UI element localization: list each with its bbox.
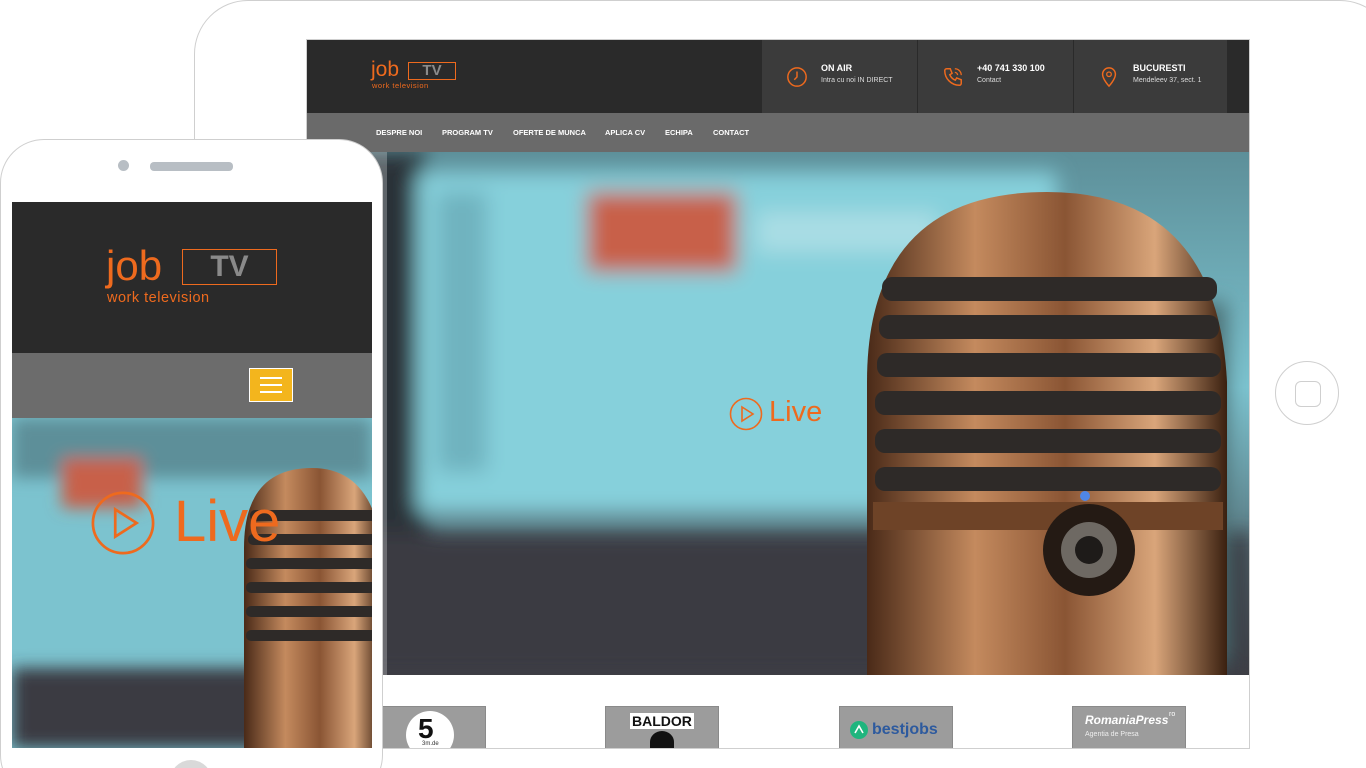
menu-bar bbox=[260, 391, 282, 393]
clock-icon bbox=[787, 67, 807, 87]
device-mockup-stage: job TV work television ON AIR Intra cu n… bbox=[0, 0, 1366, 768]
logo-tagline: work television bbox=[107, 290, 210, 306]
mobile-header: job TV work television bbox=[12, 202, 372, 353]
info-subtitle: Intra cu noi IN DIRECT bbox=[821, 77, 893, 84]
partner-logo-baldor[interactable]: BALDOR bbox=[605, 706, 719, 748]
logo-tv-box: TV bbox=[408, 62, 456, 80]
info-title: +40 741 330 100 bbox=[977, 63, 1045, 73]
phone-icon bbox=[944, 68, 962, 86]
logo-job-text: job bbox=[371, 58, 400, 81]
microphone-background-image bbox=[12, 418, 372, 748]
mobile-nav bbox=[12, 353, 372, 418]
nav-aplica-cv[interactable]: APLICA CV bbox=[605, 128, 645, 137]
nav-program-tv[interactable]: PROGRAM TV bbox=[442, 128, 493, 137]
partner-sub: 3m.de bbox=[422, 741, 439, 747]
microphone bbox=[867, 192, 1227, 675]
leaf-icon bbox=[850, 721, 868, 739]
partner-sub: Agentia de Presa bbox=[1085, 731, 1139, 738]
phone-speaker bbox=[150, 162, 233, 171]
baldor-figure-icon bbox=[650, 731, 674, 748]
logo-tagline: work television bbox=[372, 81, 429, 90]
mobile-hero-banner: Live bbox=[12, 418, 372, 748]
live-label: Live bbox=[769, 396, 823, 428]
mobile-site-logo[interactable]: job TV work television bbox=[106, 242, 281, 308]
menu-bar bbox=[260, 377, 282, 379]
phone-camera bbox=[118, 160, 129, 171]
play-circle-icon bbox=[729, 397, 763, 431]
info-title: ON AIR bbox=[821, 63, 853, 73]
live-label: Live bbox=[174, 489, 281, 554]
info-subtitle: Mendeleev 37, sect. 1 bbox=[1133, 77, 1202, 84]
hamburger-menu-button[interactable] bbox=[249, 368, 293, 402]
partner-label: BALDOR bbox=[630, 713, 694, 729]
phone-screen: job TV work television Live bbox=[12, 202, 372, 748]
logo-tv-box: TV bbox=[182, 249, 277, 285]
nav-despre-noi[interactable]: DESPRE NOI bbox=[376, 128, 422, 137]
partner-logo-bestjobs[interactable]: bestjobs bbox=[839, 706, 953, 748]
hero-banner: Live bbox=[307, 152, 1249, 675]
play-circle-icon bbox=[91, 491, 155, 555]
partner-label: RomaniaPress bbox=[1085, 713, 1169, 727]
header-info-phone[interactable]: +40 741 330 100 Contact bbox=[918, 40, 1073, 113]
nav-oferte-de-munca[interactable]: OFERTE DE MUNCA bbox=[513, 128, 586, 137]
nav-contact[interactable]: CONTACT bbox=[713, 128, 749, 137]
partner-logo-romaniapress[interactable]: RomaniaPress ro Agentia de Presa bbox=[1072, 706, 1186, 748]
partners-strip: 5 3m.de BALDOR bestjobs RomaniaPress ro … bbox=[307, 675, 1249, 748]
map-pin-icon bbox=[1101, 67, 1117, 88]
partner-logo-5[interactable]: 5 3m.de bbox=[372, 706, 486, 748]
nav-echipa[interactable]: ECHIPA bbox=[665, 128, 693, 137]
logo-job-text: job bbox=[106, 242, 163, 289]
home-square-icon bbox=[1295, 381, 1321, 407]
header-info-on-air[interactable]: ON AIR Intra cu noi IN DIRECT bbox=[762, 40, 917, 113]
info-subtitle: Contact bbox=[977, 77, 1002, 84]
tablet-screen: job TV work television ON AIR Intra cu n… bbox=[306, 39, 1250, 749]
tablet-home-button bbox=[1275, 361, 1339, 425]
partner-label: bestjobs bbox=[872, 721, 938, 738]
menu-bar bbox=[260, 384, 282, 386]
header-info-location[interactable]: BUCURESTI Mendeleev 37, sect. 1 bbox=[1074, 40, 1227, 113]
partner-suffix: ro bbox=[1169, 711, 1176, 718]
site-header: job TV work television ON AIR Intra cu n… bbox=[307, 40, 1249, 113]
site-logo[interactable]: job TV work television bbox=[371, 58, 461, 92]
info-title: BUCURESTI bbox=[1133, 63, 1186, 73]
main-nav: DESPRE NOI PROGRAM TV OFERTE DE MUNCA AP… bbox=[307, 113, 1249, 152]
